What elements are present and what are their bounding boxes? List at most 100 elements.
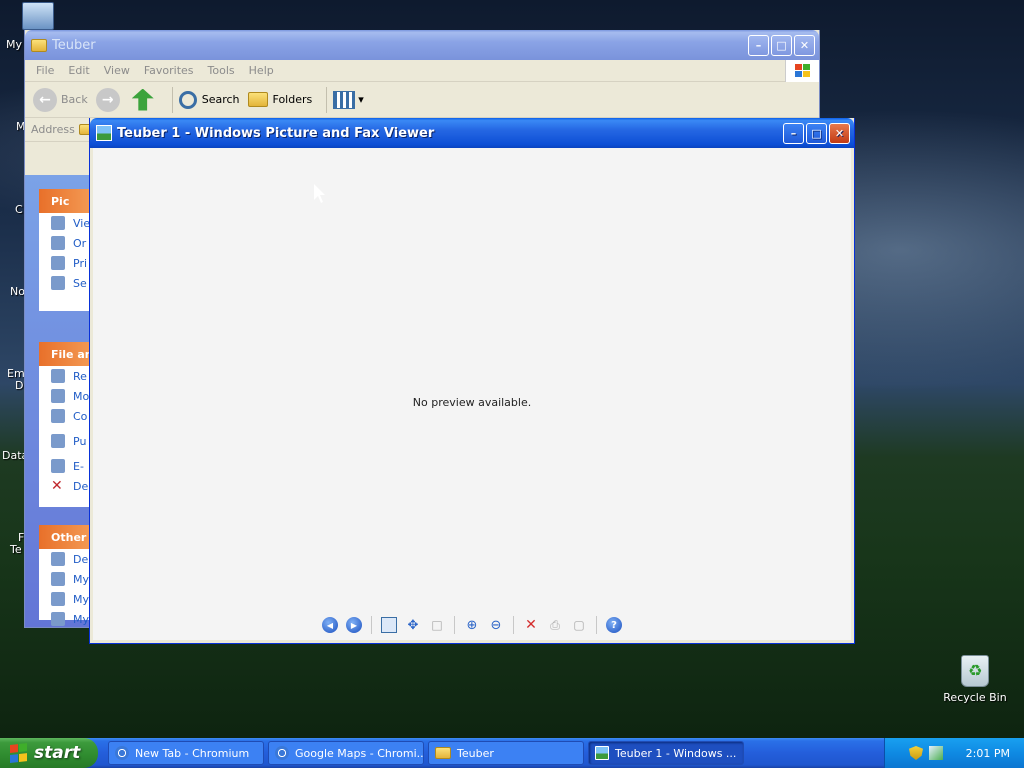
taskbar-item-label: Teuber xyxy=(457,746,494,760)
move-icon xyxy=(51,389,65,403)
minimize-button[interactable]: – xyxy=(748,34,769,56)
taskbar: start New Tab - Chromium Google Maps - C… xyxy=(0,738,1024,768)
taskbar-item-teuber-folder[interactable]: Teuber xyxy=(428,741,584,765)
close-button[interactable]: ✕ xyxy=(829,122,850,144)
slideshow-button[interactable]: □ xyxy=(429,617,445,633)
email-icon xyxy=(51,459,65,473)
my-documents-icon xyxy=(51,572,65,586)
viewer-title: Teuber 1 - Windows Picture and Fax Viewe… xyxy=(117,125,435,141)
chromium-icon xyxy=(115,746,129,760)
chevron-down-icon: ▾ xyxy=(358,93,364,106)
windows-logo-icon xyxy=(785,59,819,82)
maximize-button[interactable]: □ xyxy=(806,122,827,144)
views-icon xyxy=(333,90,356,109)
folders-button[interactable]: Folders xyxy=(247,92,313,107)
search-icon xyxy=(178,90,197,109)
copy-to-button[interactable]: ▢ xyxy=(571,617,587,633)
recycle-bin-icon xyxy=(961,655,989,687)
copy-icon xyxy=(51,409,65,423)
desktop-icon-label[interactable]: No xyxy=(10,285,25,298)
toolbar-divider xyxy=(596,616,597,634)
toolbar-divider xyxy=(171,86,173,113)
toolbar-divider xyxy=(513,616,514,634)
picture-viewer-icon xyxy=(595,746,609,760)
up-button[interactable] xyxy=(131,88,158,111)
windows-logo-icon xyxy=(10,743,28,763)
folders-label: Folders xyxy=(272,93,313,106)
my-computer-icon[interactable] xyxy=(22,2,54,30)
previous-image-button[interactable]: ◀ xyxy=(322,617,338,633)
address-label: Address xyxy=(31,123,75,136)
desktop-icon-label[interactable]: C xyxy=(15,203,23,216)
next-image-button[interactable]: ▶ xyxy=(346,617,362,633)
start-button[interactable]: start xyxy=(0,738,98,768)
recycle-bin-label: Recycle Bin xyxy=(943,691,1007,704)
explorer-title: Teuber xyxy=(52,37,96,53)
close-button[interactable]: ✕ xyxy=(794,34,815,56)
security-shield-icon[interactable] xyxy=(909,746,923,760)
back-label: Back xyxy=(61,93,88,106)
explorer-toolbar: ← Back → Search Folders ▾ xyxy=(25,82,819,118)
clock[interactable]: 2:01 PM xyxy=(966,747,1010,760)
views-button[interactable]: ▾ xyxy=(333,90,364,109)
taskbar-items: New Tab - Chromium Google Maps - Chromi.… xyxy=(108,741,748,765)
publish-web-icon xyxy=(51,434,65,448)
picture-viewer-window: Teuber 1 - Windows Picture and Fax Viewe… xyxy=(89,118,855,644)
print-button[interactable]: ⎙ xyxy=(547,617,563,633)
back-arrow-icon: ← xyxy=(33,87,57,112)
folder-icon xyxy=(435,747,451,759)
taskbar-item-picture-viewer[interactable]: Teuber 1 - Windows ... xyxy=(588,741,744,765)
maximize-button[interactable]: □ xyxy=(771,34,792,56)
minimize-button[interactable]: – xyxy=(783,122,804,144)
up-arrow-icon xyxy=(131,88,154,111)
system-tray: 2:01 PM xyxy=(884,738,1024,768)
desktop-icon-label[interactable]: Te xyxy=(10,543,22,556)
desktop-icon-label[interactable]: My xyxy=(6,38,22,51)
taskbar-item-new-tab[interactable]: New Tab - Chromium xyxy=(108,741,264,765)
toolbar-divider xyxy=(326,86,328,113)
best-fit-button[interactable] xyxy=(381,617,397,633)
print-icon xyxy=(51,256,65,270)
taskbar-item-google-maps[interactable]: Google Maps - Chromi... xyxy=(268,741,424,765)
desktop-icon xyxy=(51,552,65,566)
taskbar-item-label: New Tab - Chromium xyxy=(135,746,250,760)
menu-tools[interactable]: Tools xyxy=(201,64,242,77)
back-button[interactable]: ← Back xyxy=(33,87,88,112)
menu-help[interactable]: Help xyxy=(242,64,281,77)
slideshow-icon xyxy=(51,216,65,230)
desktop-icon-label[interactable]: D xyxy=(15,379,23,392)
delete-icon: ✕ xyxy=(51,478,63,494)
rename-icon xyxy=(51,369,65,383)
recycle-bin-shortcut[interactable]: Recycle Bin xyxy=(938,655,1012,704)
menu-edit[interactable]: Edit xyxy=(61,64,96,77)
explorer-titlebar[interactable]: Teuber – □ ✕ xyxy=(25,30,819,60)
desktop-background-icon xyxy=(51,276,65,290)
zoom-in-button[interactable]: ⊕ xyxy=(464,617,480,633)
viewer-toolbar: ◀ ▶ ✥ □ ⊕ ⊖ ✕ ⎙ ▢ ? xyxy=(93,610,851,640)
actual-size-button[interactable]: ✥ xyxy=(405,617,421,633)
taskbar-item-label: Google Maps - Chromi... xyxy=(295,746,424,760)
menu-view[interactable]: View xyxy=(97,64,137,77)
folder-icon xyxy=(31,38,47,52)
delete-button[interactable]: ✕ xyxy=(523,617,539,633)
viewer-titlebar[interactable]: Teuber 1 - Windows Picture and Fax Viewe… xyxy=(90,118,854,148)
my-computer-icon xyxy=(51,592,65,606)
folders-icon xyxy=(247,92,268,107)
search-label: Search xyxy=(201,93,240,106)
menu-bar: File Edit View Favorites Tools Help xyxy=(25,59,819,82)
picture-viewer-icon xyxy=(96,125,112,141)
search-button[interactable]: Search xyxy=(178,90,240,109)
network-icon[interactable] xyxy=(929,746,943,760)
order-prints-icon xyxy=(51,236,65,250)
no-preview-message: No preview available. xyxy=(412,396,532,409)
chromium-icon xyxy=(275,746,289,760)
zoom-out-button[interactable]: ⊖ xyxy=(488,617,504,633)
start-label: start xyxy=(34,743,81,763)
forward-button[interactable]: → xyxy=(95,87,124,112)
menu-favorites[interactable]: Favorites xyxy=(137,64,201,77)
toolbar-divider xyxy=(371,616,372,634)
forward-arrow-icon: → xyxy=(95,87,120,112)
menu-file[interactable]: File xyxy=(29,64,61,77)
help-button[interactable]: ? xyxy=(606,617,622,633)
image-canvas: No preview available. xyxy=(93,148,851,610)
